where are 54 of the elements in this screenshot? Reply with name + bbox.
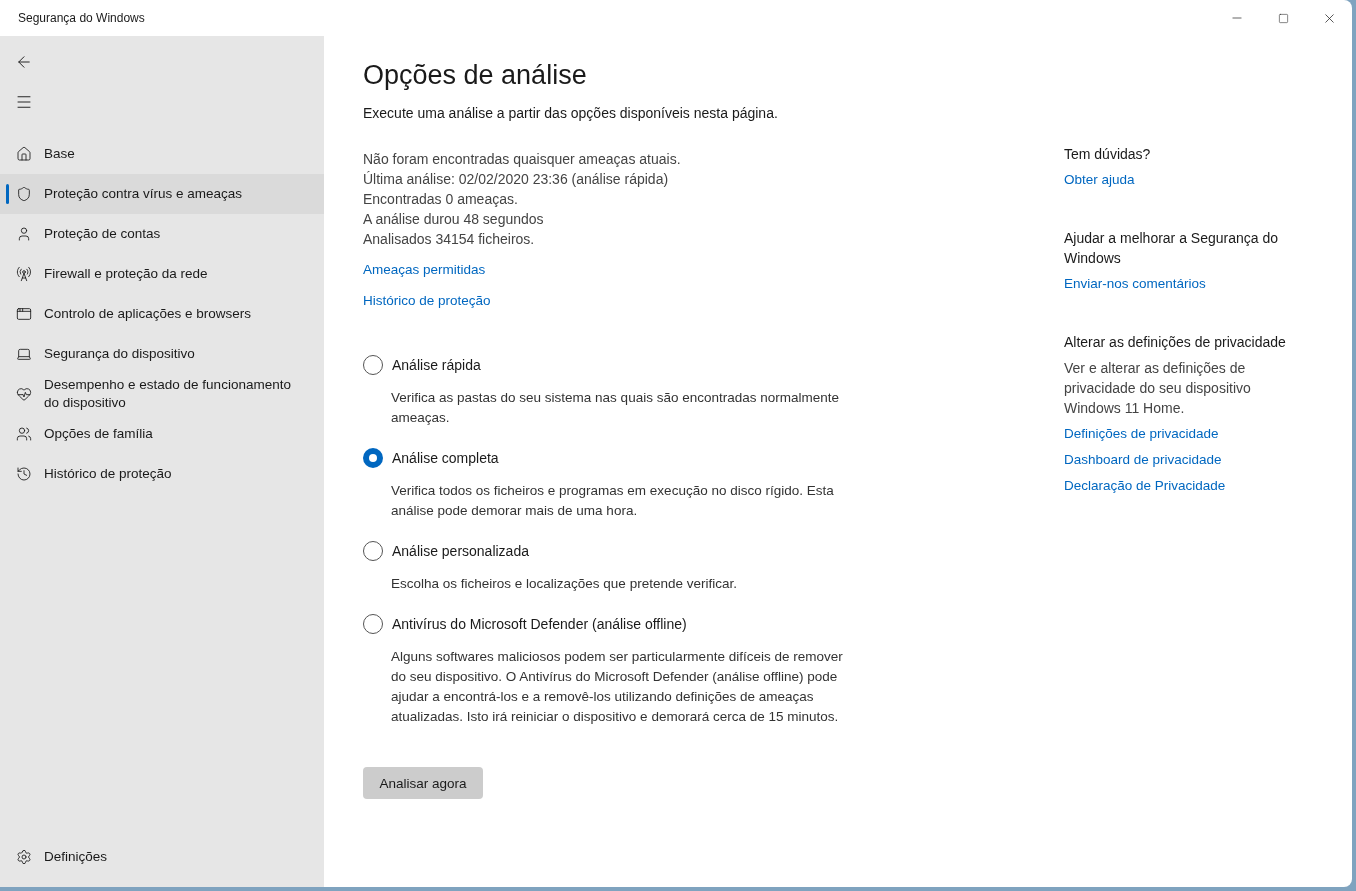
link[interactable]: Definições de privacidade (1064, 424, 1219, 444)
link[interactable]: Histórico de proteção (363, 291, 491, 311)
sidebar-item[interactable]: Proteção de contas (0, 214, 324, 254)
maximize-icon (1277, 12, 1289, 24)
menu-icon (15, 93, 33, 111)
page-title: Opções de análise (363, 60, 588, 91)
section-heading: Ajudar a melhorar a Segurança do Windows (1064, 229, 1280, 268)
sidebar-item[interactable]: Base (0, 134, 324, 174)
section-heading: Alterar as definições de privacidade (1064, 333, 1287, 352)
section-text: Ver e alterar as definições de privacidade do seu dispositivo Windows 11 Home. (1064, 359, 1252, 418)
radio-button[interactable] (363, 355, 383, 375)
status-text: Não foram encontradas quaisquer ameaças atuais. (363, 150, 682, 169)
window-icon (16, 306, 32, 322)
sidebar-item[interactable]: Firewall e proteção da rede (0, 254, 324, 294)
page-description: Execute uma análise a partir das opções disponíveis nesta página. (363, 104, 779, 123)
settings-icon (16, 849, 32, 865)
sidebar-item[interactable]: Histórico de proteção (0, 454, 324, 494)
antenna-icon (16, 266, 32, 282)
scan-option[interactable]: Análise rápida (363, 355, 1003, 375)
option-description: Verifica as pastas do seu sistema nas quais são encontradas normalmente ameaças. (391, 389, 840, 427)
link[interactable]: Dashboard de privacidade (1064, 450, 1222, 470)
link[interactable]: Enviar-nos comentários (1064, 274, 1206, 294)
status-text: A análise durou 48 segundos (363, 210, 545, 229)
home-icon (16, 146, 32, 162)
heart-pulse-icon (16, 386, 32, 402)
sidebar-item[interactable]: Desempenho e estado de funcionamento do dispositivo (0, 374, 324, 414)
link[interactable]: Ameaças permitidas (363, 260, 486, 280)
person-icon (16, 226, 32, 242)
laptop-icon (16, 346, 32, 362)
window-title: Segurança do Windows (18, 11, 146, 25)
sidebar-item[interactable]: Controlo de aplicações e browsers (0, 294, 324, 334)
sidebar-item[interactable]: Segurança do dispositivo (0, 334, 324, 374)
radio-button[interactable] (363, 448, 383, 468)
sidebar-item[interactable]: Proteção contra vírus e ameaças (0, 174, 324, 214)
sidebar-item[interactable]: Opções de família (0, 414, 324, 454)
status-text: Analisados 34154 ficheiros. (363, 230, 536, 249)
option-description: Alguns softwares maliciosos podem ser particularmente difíceis de remover do seu dispositivo. O Antivírus do Microsoft Defender (análise offline) pode ajudar a encontrá-los e a removê-los utilizando definições de ameaças atualizadas. Isto irá reiniciar o dispositivo e demorará cerca de 15 minutos. (391, 648, 844, 726)
radio-button[interactable] (363, 614, 383, 634)
scan-option[interactable]: Análise personalizada (363, 541, 1003, 561)
scan-option[interactable]: Análise completa (363, 448, 1003, 468)
option-description: Escolha os ficheiros e localizações que pretende verificar. (391, 575, 738, 593)
settings-item[interactable]: Definições (0, 837, 324, 877)
scan-now-button[interactable]: Analisar agora (363, 767, 483, 799)
status-text: Última análise: 02/02/2020 23:36 (análise rápida) (363, 170, 670, 189)
section-heading: Tem dúvidas? (1064, 145, 1152, 164)
scan-option[interactable]: Antivírus do Microsoft Defender (análise offline) (363, 614, 1003, 634)
link[interactable]: Obter ajuda (1064, 170, 1135, 190)
radio-button[interactable] (363, 541, 383, 561)
shield-icon (16, 186, 32, 202)
link[interactable]: Declaração de Privacidade (1064, 476, 1226, 496)
history-icon (16, 466, 32, 482)
people-icon (16, 426, 32, 442)
status-text: Encontradas 0 ameaças. (363, 190, 519, 209)
option-description: Verifica todos os ficheiros e programas em execução no disco rígido. Esta análise pode demorar mais de uma hora. (391, 482, 835, 520)
